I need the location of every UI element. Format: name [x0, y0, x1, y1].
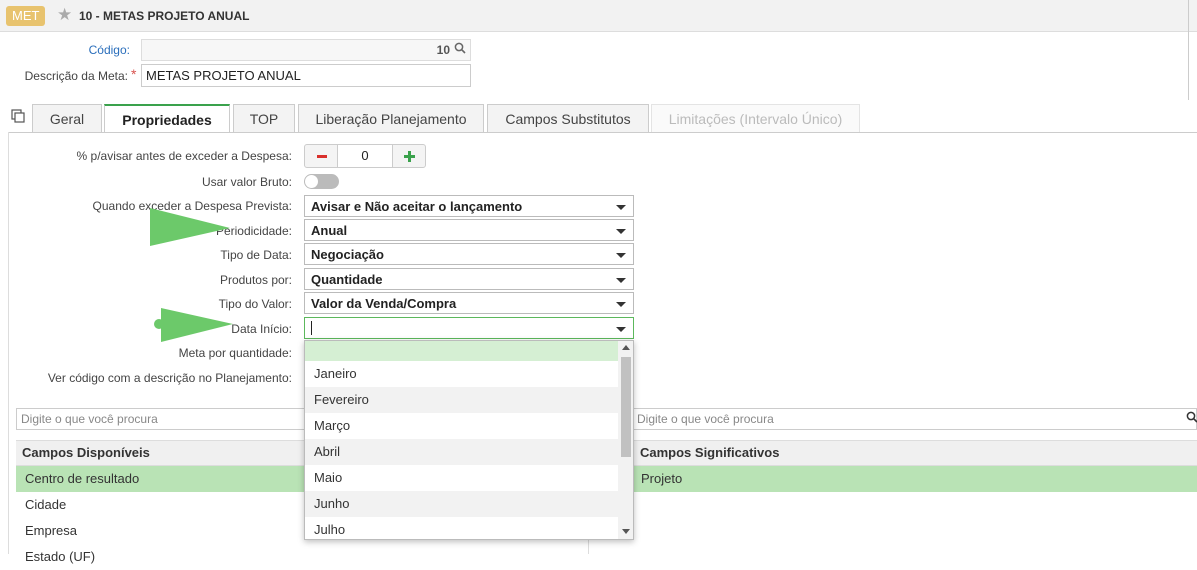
scroll-down-icon[interactable] — [622, 529, 630, 534]
bruto-label: Usar valor Bruto: — [201, 175, 292, 189]
list-item[interactable]: Estado (UF) — [16, 544, 316, 570]
meta-qtd-label: Meta por quantidade: — [178, 346, 292, 360]
tipo-valor-value: Valor da Venda/Compra — [311, 296, 457, 311]
data-inicio-select[interactable] — [304, 317, 634, 339]
produtos-value: Quantidade — [311, 272, 383, 287]
dropdown-option[interactable]: Maio — [305, 465, 618, 491]
dropdown-option[interactable]: Junho — [305, 491, 618, 517]
descricao-label: Descrição da Meta: — [24, 69, 128, 83]
tab-top[interactable]: TOP — [233, 104, 295, 132]
chevron-down-icon — [616, 253, 626, 258]
campos-disponiveis-header: Campos Disponíveis — [16, 440, 306, 466]
module-badge: MET — [6, 6, 46, 26]
avisar-value-input[interactable]: 0 — [338, 144, 392, 168]
left-search-input[interactable]: Digite o que você procura — [16, 408, 316, 430]
dropdown-scrollbar[interactable] — [618, 341, 633, 539]
chevron-down-icon — [616, 205, 626, 210]
tab-limitacoes: Limitações (Intervalo Único) — [651, 104, 860, 132]
produtos-label: Produtos por: — [219, 273, 292, 287]
tipo-data-value: Negociação — [311, 247, 384, 262]
ver-codigo-label: Ver código com a descrição no Planejamen… — [47, 371, 292, 385]
dropdown-option-empty[interactable] — [305, 341, 618, 361]
tipo-valor-label: Tipo do Valor: — [218, 297, 292, 311]
list-item[interactable]: Projeto — [632, 466, 1197, 492]
codigo-label: Código: — [88, 43, 130, 57]
tab-geral[interactable]: Geral — [32, 104, 102, 132]
tipo-valor-select[interactable]: Valor da Venda/Compra — [304, 292, 634, 314]
list-item[interactable]: Centro de resultado — [16, 466, 316, 492]
list-item[interactable]: Empresa — [16, 518, 316, 544]
dropdown-option[interactable]: Janeiro — [305, 361, 618, 387]
text-cursor — [311, 321, 312, 335]
panel-border — [8, 132, 9, 554]
codigo-value: 10 — [436, 43, 450, 57]
tab-campos-substitutos[interactable]: Campos Substitutos — [487, 104, 649, 132]
tipo-data-label: Tipo de Data: — [220, 248, 292, 262]
data-inicio-dropdown[interactable]: Janeiro Fevereiro Março Abril Maio Junho… — [304, 340, 634, 540]
right-search-input[interactable]: Digite o que você procura — [632, 408, 1197, 430]
dropdown-option[interactable]: Julho — [305, 517, 618, 539]
dropdown-option[interactable]: Março — [305, 413, 618, 439]
search-icon[interactable] — [454, 42, 466, 57]
descricao-input[interactable]: METAS PROJETO ANUAL — [141, 64, 471, 87]
descricao-value: METAS PROJETO ANUAL — [146, 68, 301, 83]
scroll-up-icon[interactable] — [622, 345, 630, 350]
chevron-down-icon — [616, 278, 626, 283]
search-icon[interactable] — [1186, 411, 1197, 426]
produtos-select[interactable]: Quantidade — [304, 268, 634, 290]
list-item[interactable]: Cidade — [16, 492, 316, 518]
minus-icon — [317, 155, 327, 158]
favorite-star-icon[interactable]: ★ — [57, 5, 75, 25]
avisar-label: % p/avisar antes de exceder a Despesa: — [76, 149, 292, 163]
exceder-select[interactable]: Avisar e Não aceitar o lançamento — [304, 195, 634, 217]
decrement-button[interactable] — [304, 144, 338, 168]
dropdown-option[interactable]: Fevereiro — [305, 387, 618, 413]
page-title: 10 - METAS PROJETO ANUAL — [79, 9, 250, 23]
bruto-toggle[interactable] — [304, 174, 339, 189]
annotation-arrow-icon — [150, 208, 230, 246]
copy-icon[interactable] — [11, 109, 25, 123]
chevron-down-icon — [616, 229, 626, 234]
scroll-thumb[interactable] — [621, 357, 631, 457]
divider — [1188, 0, 1189, 100]
chevron-down-icon — [616, 327, 626, 332]
dropdown-option[interactable]: Abril — [305, 439, 618, 465]
codigo-field[interactable]: 10 — [141, 39, 471, 61]
toggle-knob — [305, 175, 318, 188]
tab-liberacao-planejamento[interactable]: Liberação Planejamento — [298, 104, 484, 132]
tab-underline — [8, 132, 1197, 133]
chevron-down-icon — [616, 302, 626, 307]
campos-significativos-header: Campos Significativos — [634, 440, 1197, 466]
required-mark: * — [131, 66, 137, 82]
data-inicio-label: Data Início: — [231, 322, 292, 336]
annotation-arrow-icon — [154, 308, 233, 342]
increment-button[interactable] — [392, 144, 426, 168]
tab-propriedades[interactable]: Propriedades — [104, 104, 230, 133]
periodicidade-value: Anual — [311, 223, 348, 238]
tipo-data-select[interactable]: Negociação — [304, 243, 634, 265]
exceder-value: Avisar e Não aceitar o lançamento — [311, 199, 523, 214]
periodicidade-select[interactable]: Anual — [304, 219, 634, 241]
